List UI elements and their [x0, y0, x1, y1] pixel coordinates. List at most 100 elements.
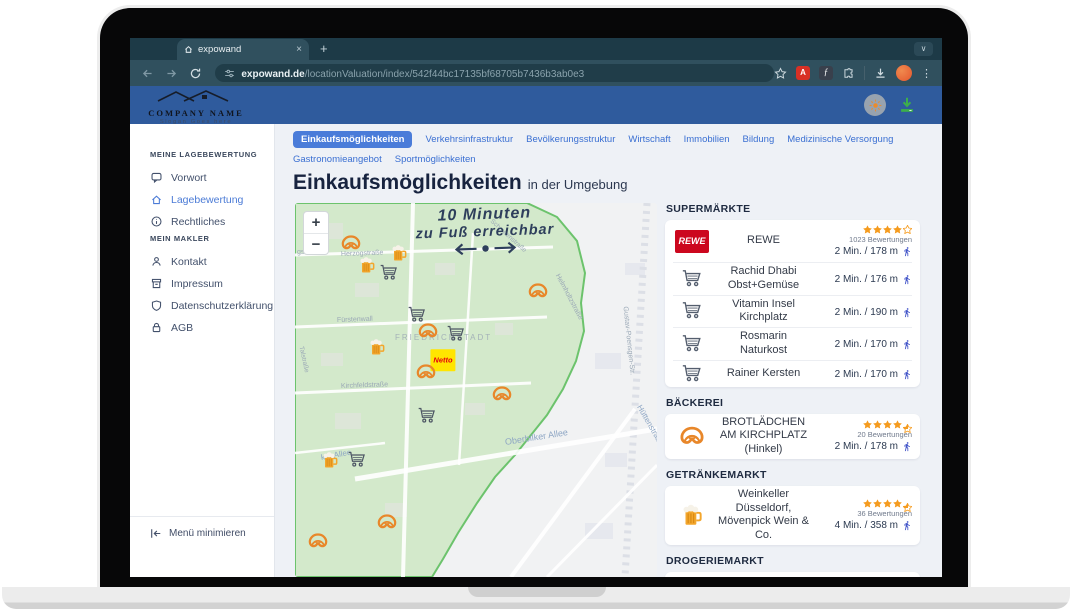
nav-tab-medizinische-versorgung[interactable]: Medizinische Versorgung [787, 134, 893, 145]
walking-person-icon [902, 274, 912, 285]
sidebar-item-kontakt[interactable]: Kontakt [130, 252, 274, 271]
sidebar: MEINE LAGEBEWERTUNG Vorwort Lagebewertung R… [130, 124, 275, 577]
poi-row-rewe[interactable]: REWEREWE1023 Bewertungen2 Min. / 178 m [673, 220, 912, 262]
map[interactable]: gstraßeHerzogstraßeFürstenwallFRIEDRICHS… [295, 203, 657, 577]
review-count: 36 Bewertungen [816, 509, 912, 518]
map-marker-pretzel-icon[interactable] [418, 323, 439, 339]
laptop-notch [468, 587, 606, 597]
company-name: COMPANY NAME [146, 108, 246, 118]
walking-person-icon [902, 520, 912, 531]
poi-meta: 2 Min. / 170 m [816, 337, 912, 350]
walk-distance: 2 Min. / 170 m [835, 339, 898, 350]
map-marker-cart-icon[interactable] [446, 324, 466, 344]
walk-radius-annotation: 10 Minuten zu Fuß erreichbar [394, 203, 576, 263]
collapse-menu-button[interactable]: Menü minimieren [130, 516, 274, 539]
poi-card-getränkemarkt: Weinkeller Düsseldorf,Mövenpick Wein & C… [665, 486, 920, 545]
map-marker-beer-icon[interactable] [320, 450, 340, 470]
laptop-base [2, 587, 1070, 609]
poi-meta: 1023 Bewertungen2 Min. / 178 m [816, 225, 912, 257]
downloads-icon[interactable] [874, 67, 887, 80]
sidebar-item-datenschutzerklärung[interactable]: Datenschutzerklärung [130, 296, 274, 315]
cart-icon [681, 300, 703, 322]
map-marker-pretzel-icon[interactable] [377, 514, 398, 530]
pdf-extension-icon[interactable]: A [796, 66, 810, 80]
map-marker-cart-icon[interactable] [379, 263, 399, 283]
browser-tab[interactable]: expowand × [177, 39, 309, 60]
browser-toolbar: expowand.de/locationValuation/index/542f… [130, 60, 942, 86]
sidebar-item-rechtliches[interactable]: Rechtliches [130, 212, 274, 231]
nav-tab-immobilien[interactable]: Immobilien [684, 134, 730, 145]
tab-search-button[interactable]: ∨ [914, 42, 933, 56]
nav-tab-gastronomieangebot[interactable]: Gastronomieangebot [293, 154, 382, 165]
category-nav-row: Einkaufsmöglichkeiten Verkehrsinfrastrukt… [293, 131, 942, 148]
map-marker-pretzel-icon[interactable] [341, 235, 362, 251]
poi-row-brotlädchen-am-kirchplatz[interactable]: BROTLÄDCHEN AM KIRCHPLATZ(Hinkel)20 Bewe… [673, 414, 912, 459]
header-actions [864, 94, 918, 116]
sidebar-item-vorwort[interactable]: Vorwort [130, 168, 274, 187]
profile-avatar[interactable] [896, 65, 912, 81]
walking-person-icon [902, 339, 912, 350]
collapse-label: Menü minimieren [169, 528, 246, 539]
nav-tab-sportmöglichkeiten[interactable]: Sportmöglichkeiten [395, 154, 476, 165]
tab-title: expowand [198, 44, 291, 55]
map-marker-pretzel-icon[interactable] [308, 533, 329, 549]
sidebar-item-impressum[interactable]: Impressum [130, 274, 274, 293]
poi-row-weinkeller-düsseldorf-[interactable]: Weinkeller Düsseldorf,Mövenpick Wein & C… [673, 486, 912, 545]
poi-card-bäckerei: BROTLÄDCHEN AM KIRCHPLATZ(Hinkel)20 Bewe… [665, 414, 920, 459]
browser-tabstrip: expowand × + ∨ [130, 38, 942, 60]
section-title-bäckerei: BÄCKEREI [666, 397, 920, 409]
main-content: Einkaufsmöglichkeiten Verkehrsinfrastrukt… [275, 124, 942, 577]
poi-row-rainer-kersten[interactable]: Rainer Kersten2 Min. / 170 m [673, 360, 912, 387]
review-count: 20 Bewertungen [816, 430, 912, 439]
sidebar-item-label: Datenschutzerklärung [171, 300, 273, 312]
map-marker-pretzel-icon[interactable] [416, 364, 437, 380]
sidebar-item-label: AGB [171, 322, 193, 334]
nav-tab-wirtschaft[interactable]: Wirtschaft [628, 134, 670, 145]
extension-icon[interactable]: ƒ [819, 66, 833, 80]
site-settings-icon[interactable] [224, 68, 235, 79]
zoom-out-button[interactable]: − [304, 233, 328, 254]
map-marker-cart-icon[interactable] [417, 406, 437, 426]
poi-row-dm-drogerie-markt[interactable]: dm-drogerie markt5 Min. / 452 m [673, 572, 912, 577]
poi-card-supermärkte: REWEREWE1023 Bewertungen2 Min. / 178 mRa… [665, 220, 920, 387]
poi-row-rosmarin-naturkost[interactable]: Rosmarin Naturkost2 Min. / 170 m [673, 327, 912, 360]
new-tab-button[interactable]: + [320, 41, 328, 56]
poi-name: Vitamin Insel Kirchplatz [711, 298, 816, 326]
theme-toggle-button[interactable] [864, 94, 886, 116]
company-logo[interactable]: COMPANY NAME Slogan Goes here [146, 89, 246, 125]
map-marker-beer-icon[interactable] [367, 337, 387, 357]
poi-row-vitamin-insel-kirchplatz[interactable]: Vitamin Insel Kirchplatz2 Min. / 190 m [673, 295, 912, 328]
home-icon [184, 45, 193, 54]
zoom-in-button[interactable]: + [304, 212, 328, 233]
roofline-icon [156, 89, 236, 102]
tab-close-icon[interactable]: × [296, 44, 302, 55]
sidebar-item-agb[interactable]: AGB [130, 318, 274, 337]
laptop-mockup: expowand × + ∨ [0, 0, 1072, 616]
map-marker-cart-icon[interactable] [347, 450, 367, 470]
download-report-button[interactable] [896, 94, 918, 116]
sidebar-item-lagebewertung[interactable]: Lagebewertung [130, 190, 274, 209]
home-icon [150, 193, 163, 206]
bookmark-star-icon[interactable] [774, 67, 787, 80]
sidebar-section-meine-lagebewertung: MEINE LAGEBEWERTUNG [150, 150, 274, 159]
review-count: 1023 Bewertungen [816, 235, 912, 244]
poi-panel: SUPERMÄRKTEREWEREWE1023 Bewertungen2 Min… [665, 203, 920, 577]
poi-name: Rainer Kersten [711, 367, 816, 381]
url-bar[interactable]: expowand.de/locationValuation/index/542f… [215, 64, 774, 82]
nav-tab-bevölkerungsstruktur[interactable]: Bevölkerungsstruktur [526, 134, 615, 145]
back-icon[interactable] [140, 65, 156, 81]
page-title-sub: in der Umgebung [528, 177, 628, 192]
reload-icon[interactable] [188, 65, 204, 81]
nav-tab-bildung[interactable]: Bildung [743, 134, 775, 145]
browser-menu-icon[interactable]: ⋮ [921, 67, 932, 80]
extensions-puzzle-icon[interactable] [842, 67, 855, 80]
nav-tab-verkehrsinfrastruktur[interactable]: Verkehrsinfrastruktur [425, 134, 513, 145]
map-marker-pretzel-icon[interactable] [528, 283, 549, 299]
forward-icon[interactable] [164, 65, 180, 81]
poi-row-rachid-dhabi-obst-gemüse[interactable]: Rachid Dhabi Obst+Gemüse2 Min. / 176 m [673, 262, 912, 295]
sidebar-item-label: Lagebewertung [171, 194, 243, 206]
map-marker-pretzel-icon[interactable] [492, 386, 513, 402]
nav-tab-einkaufsmöglichkeiten[interactable]: Einkaufsmöglichkeiten [293, 131, 412, 148]
url-path: /locationValuation/index/542f44bc17135bf… [305, 69, 585, 80]
map-marker-beer-icon[interactable] [357, 255, 377, 275]
